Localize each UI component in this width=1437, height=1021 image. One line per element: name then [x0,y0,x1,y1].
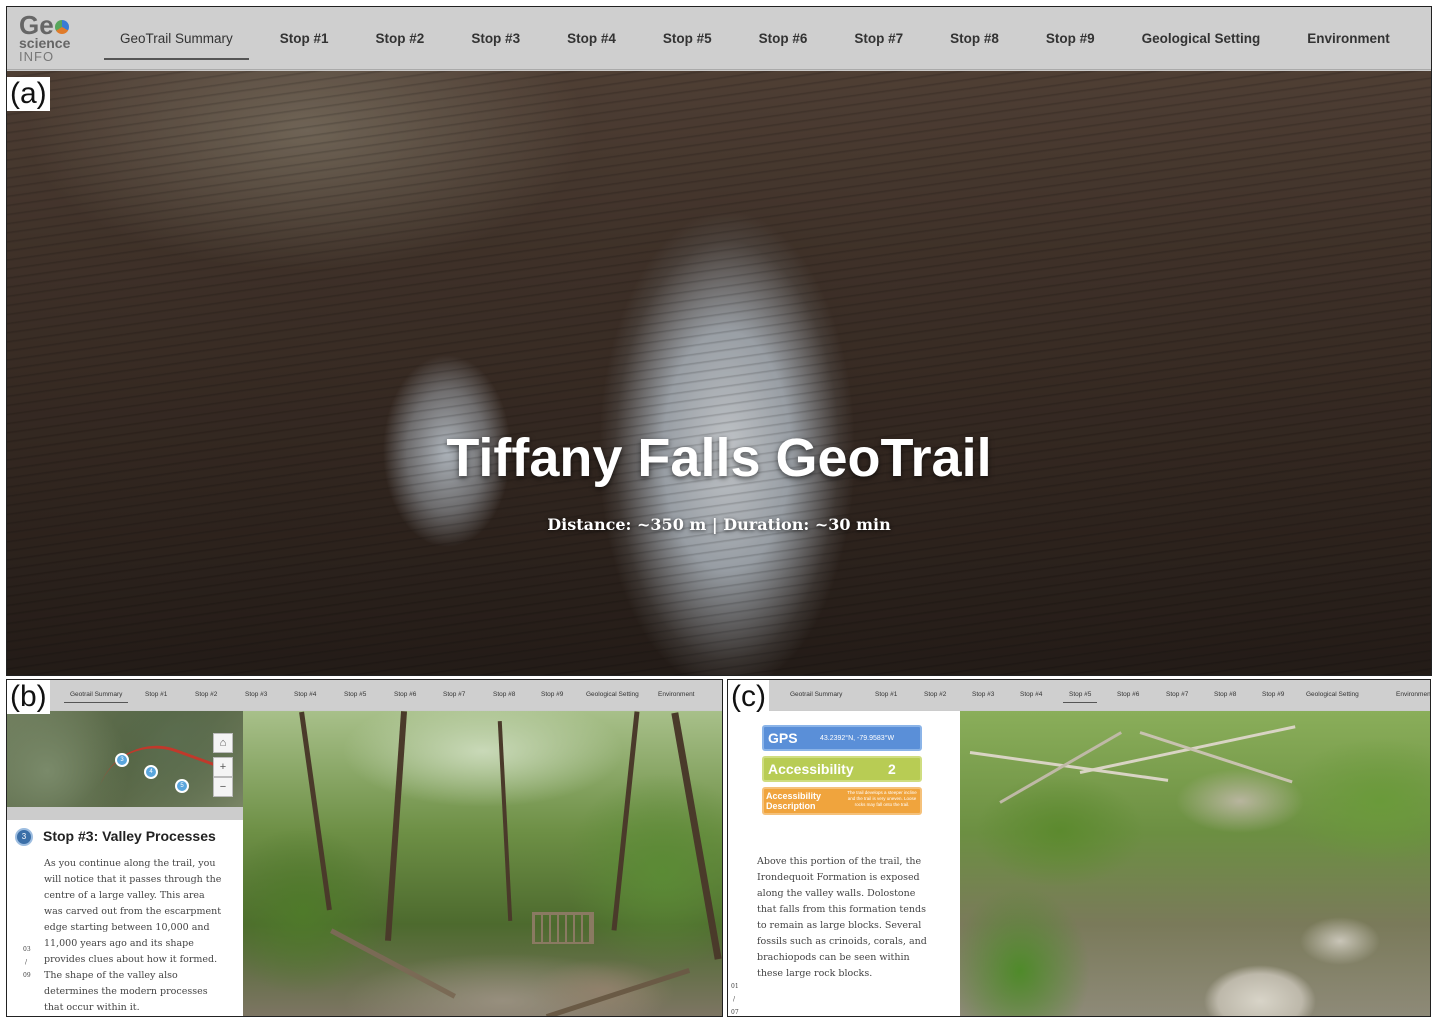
nav-item-geological-setting[interactable]: Geological Setting [586,691,639,698]
nav-menu: GeoTrail Summary Stop #1 Stop #2 Stop #3 Sto… [104,7,1431,70]
nav-item-stop-7[interactable]: Stop #7 [443,691,465,698]
mini-navigation-c: Geotrail Summary Stop #1 Stop #2 Stop #3 Sto… [728,680,1430,710]
gps-badge: GPS 43.2392°N, -79.9583°W [762,725,922,751]
nav-item-stop-3[interactable]: Stop #3 [245,691,267,698]
accessibility-badge: Accessibility 2 [762,756,922,782]
zoom-in-button[interactable]: + [213,757,233,777]
nav-item-stop-3[interactable]: Stop #3 [471,31,520,46]
hero-title: Tiffany Falls GeoTrail [446,428,992,488]
nav-item-stop-5[interactable]: Stop #5 [344,691,366,698]
rock-blocks-photo [960,711,1430,1016]
trail-map[interactable]: 3 4 5 ⌂ + − [7,711,243,852]
mini-navigation-b: Geotrail Summary Stop #1 Stop #2 Stop #3 Sto… [7,680,722,710]
top-navigation: Ge science INFO GeoTrail Summary Stop #1 S… [7,7,1431,70]
stop-description: As you continue along the trail, you wil… [44,858,222,1013]
globe-icon [54,20,69,35]
pager-separator: / [25,959,28,966]
panel-c-screenshot: Geotrail Summary Stop #1 Stop #2 Stop #3 Sto… [727,679,1431,1017]
hero-subtitle: Distance: ~350 m | Duration: ~30 min [547,515,891,534]
nav-item-stop-2[interactable]: Stop #2 [924,691,946,698]
nav-item-geotrail-summary[interactable]: Geotrail Summary [63,691,129,703]
geoscience-info-logo[interactable]: Ge science INFO [19,12,89,65]
nav-item-stop-7[interactable]: Stop #7 [854,31,903,46]
nav-item-geological-setting[interactable]: Geological Setting [1306,691,1359,698]
nav-item-stop-1[interactable]: Stop #1 [145,691,167,698]
nav-item-geotrail-summary[interactable]: GeoTrail Summary [104,31,249,60]
panel-label-b: (b) [7,680,50,714]
panel-a-screenshot: Ge science INFO GeoTrail Summary Stop #1 S… [6,6,1432,676]
nav-item-stop-2[interactable]: Stop #2 [376,31,425,46]
nav-item-stop-4[interactable]: Stop #4 [1020,691,1042,698]
nav-item-stop-5[interactable]: Stop #5 [1062,691,1098,703]
nav-item-stop-6[interactable]: Stop #6 [394,691,416,698]
pager-current: 03 [23,946,31,953]
stop-number-badge: 3 [15,828,33,846]
nav-item-stop-4[interactable]: Stop #4 [294,691,316,698]
map-pin[interactable]: 3 [115,753,129,767]
pager-separator: / [733,996,736,1003]
nav-item-environment[interactable]: Environment [658,691,695,698]
nav-item-stop-2[interactable]: Stop #2 [195,691,217,698]
nav-item-stop-8[interactable]: Stop #8 [493,691,515,698]
nav-item-stop-9[interactable]: Stop #9 [1046,31,1095,46]
pager-current: 01 [731,983,739,990]
nav-item-stop-9[interactable]: Stop #9 [541,691,563,698]
nav-item-stop-8[interactable]: Stop #8 [1214,691,1236,698]
stop-description: Above this portion of the trail, the Iro… [757,856,927,979]
panel-label-a: (a) [7,77,50,111]
nav-item-stop-6[interactable]: Stop #6 [1117,691,1139,698]
nav-item-environment[interactable]: Environment [1307,31,1390,46]
nav-item-stop-5[interactable]: Stop #5 [663,31,712,46]
home-icon[interactable]: ⌂ [213,733,233,753]
valley-photo [243,711,722,1016]
boardwalk [532,912,594,944]
pager-total: 07 [731,1009,739,1016]
stop-info-panel: GPS 43.2392°N, -79.9583°W Accessibility … [728,711,960,1016]
nav-item-stop-7[interactable]: Stop #7 [1166,691,1188,698]
nav-item-environment[interactable]: Environment [1396,691,1430,698]
nav-item-stop-9[interactable]: Stop #9 [1262,691,1284,698]
map-pin[interactable]: 5 [175,779,189,793]
nav-item-stop-1[interactable]: Stop #1 [875,691,897,698]
panel-b-screenshot: Geotrail Summary Stop #1 Stop #2 Stop #3 Sto… [6,679,723,1017]
accessibility-description-badge: Accessibility Description The trail deve… [762,787,922,815]
map-pin[interactable]: 4 [144,765,158,779]
nav-item-geological-setting[interactable]: Geological Setting [1142,31,1261,46]
nav-item-stop-3[interactable]: Stop #3 [972,691,994,698]
nav-item-stop-4[interactable]: Stop #4 [567,31,616,46]
panel-label-c: (c) [728,680,769,714]
stop-card: 3 Stop #3: Valley Processes As you conti… [7,820,243,1016]
nav-item-stop-1[interactable]: Stop #1 [280,31,329,46]
zoom-out-button[interactable]: − [213,777,233,797]
nav-item-geotrail-summary[interactable]: Geotrail Summary [790,691,842,698]
pager-total: 09 [23,972,31,979]
nav-item-stop-6[interactable]: Stop #6 [759,31,808,46]
nav-item-stop-8[interactable]: Stop #8 [950,31,999,46]
stop-title: Stop #3: Valley Processes [43,828,216,844]
